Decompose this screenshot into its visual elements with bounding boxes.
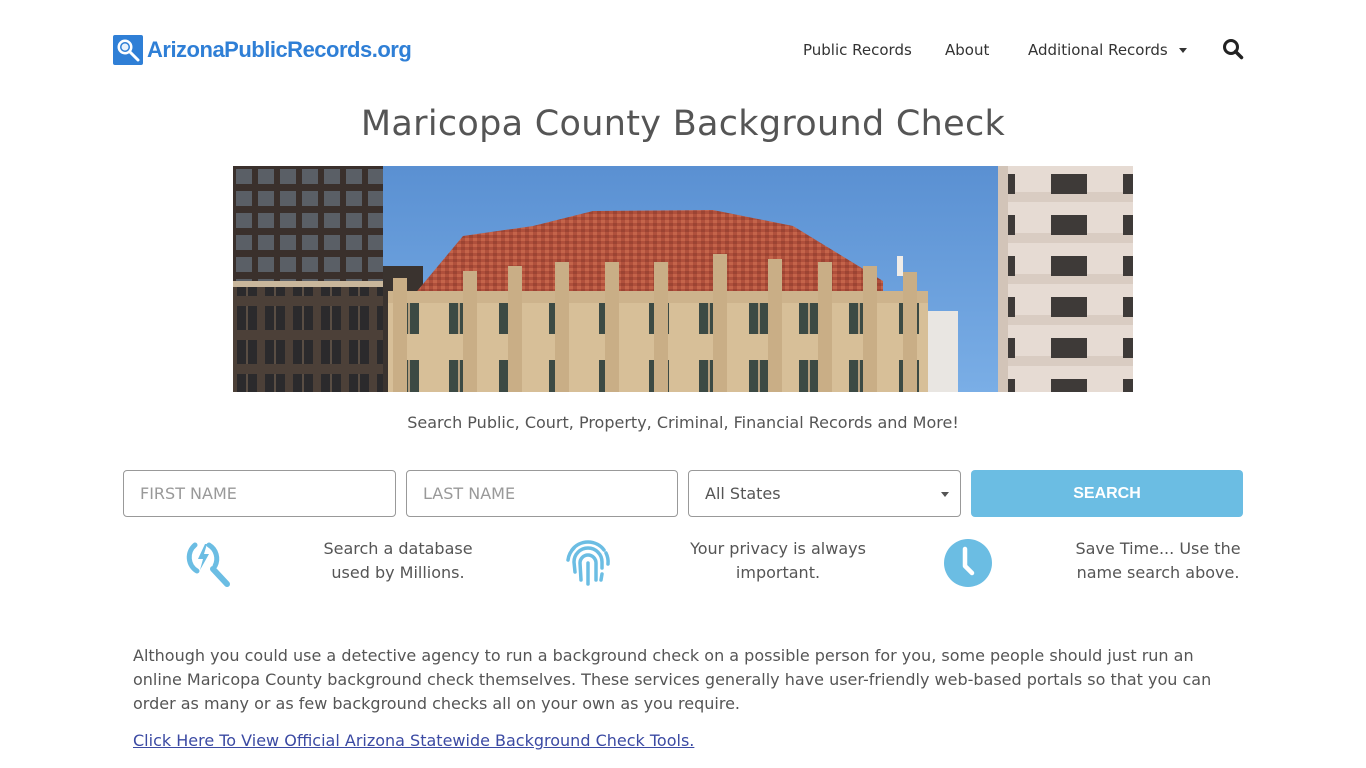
site-logo[interactable]: ArizonaPublicRecords.org <box>113 34 412 65</box>
nav-additional-records-label: Additional Records <box>1028 41 1168 59</box>
clock-icon <box>943 538 993 588</box>
page-title: Maricopa County Background Check <box>360 104 1006 144</box>
caret-down-icon <box>941 492 949 497</box>
statewide-tools-link[interactable]: Click Here To View Official Arizona Stat… <box>133 731 694 750</box>
fingerprint-icon <box>562 536 612 586</box>
magnifier-logo-icon <box>113 34 143 65</box>
hero-image <box>233 166 1133 392</box>
nav-additional-records[interactable]: Additional Records <box>1028 41 1187 59</box>
last-name-input[interactable] <box>406 470 678 517</box>
logo-text: ArizonaPublicRecords.org <box>147 36 412 62</box>
state-select-value: All States <box>705 484 781 503</box>
tagline: Search Public, Court, Property, Criminal… <box>407 413 959 432</box>
search-icon[interactable] <box>1222 38 1244 60</box>
search-button[interactable]: SEARCH <box>971 470 1243 517</box>
search-lightning-icon <box>183 538 233 588</box>
first-name-input[interactable] <box>123 470 396 517</box>
intro-paragraph: Although you could use a detective agenc… <box>133 646 1212 713</box>
state-select[interactable]: All States <box>688 470 961 517</box>
nav-public-records[interactable]: Public Records <box>803 41 912 59</box>
caret-down-icon <box>1178 48 1187 53</box>
nav-about[interactable]: About <box>945 41 989 59</box>
feature-privacy-text: Your privacy is always important. <box>690 539 866 582</box>
feature-database-text: Search a database used by Millions. <box>323 539 473 582</box>
feature-save-time-text: Save Time... Use the name search above. <box>1075 539 1241 582</box>
